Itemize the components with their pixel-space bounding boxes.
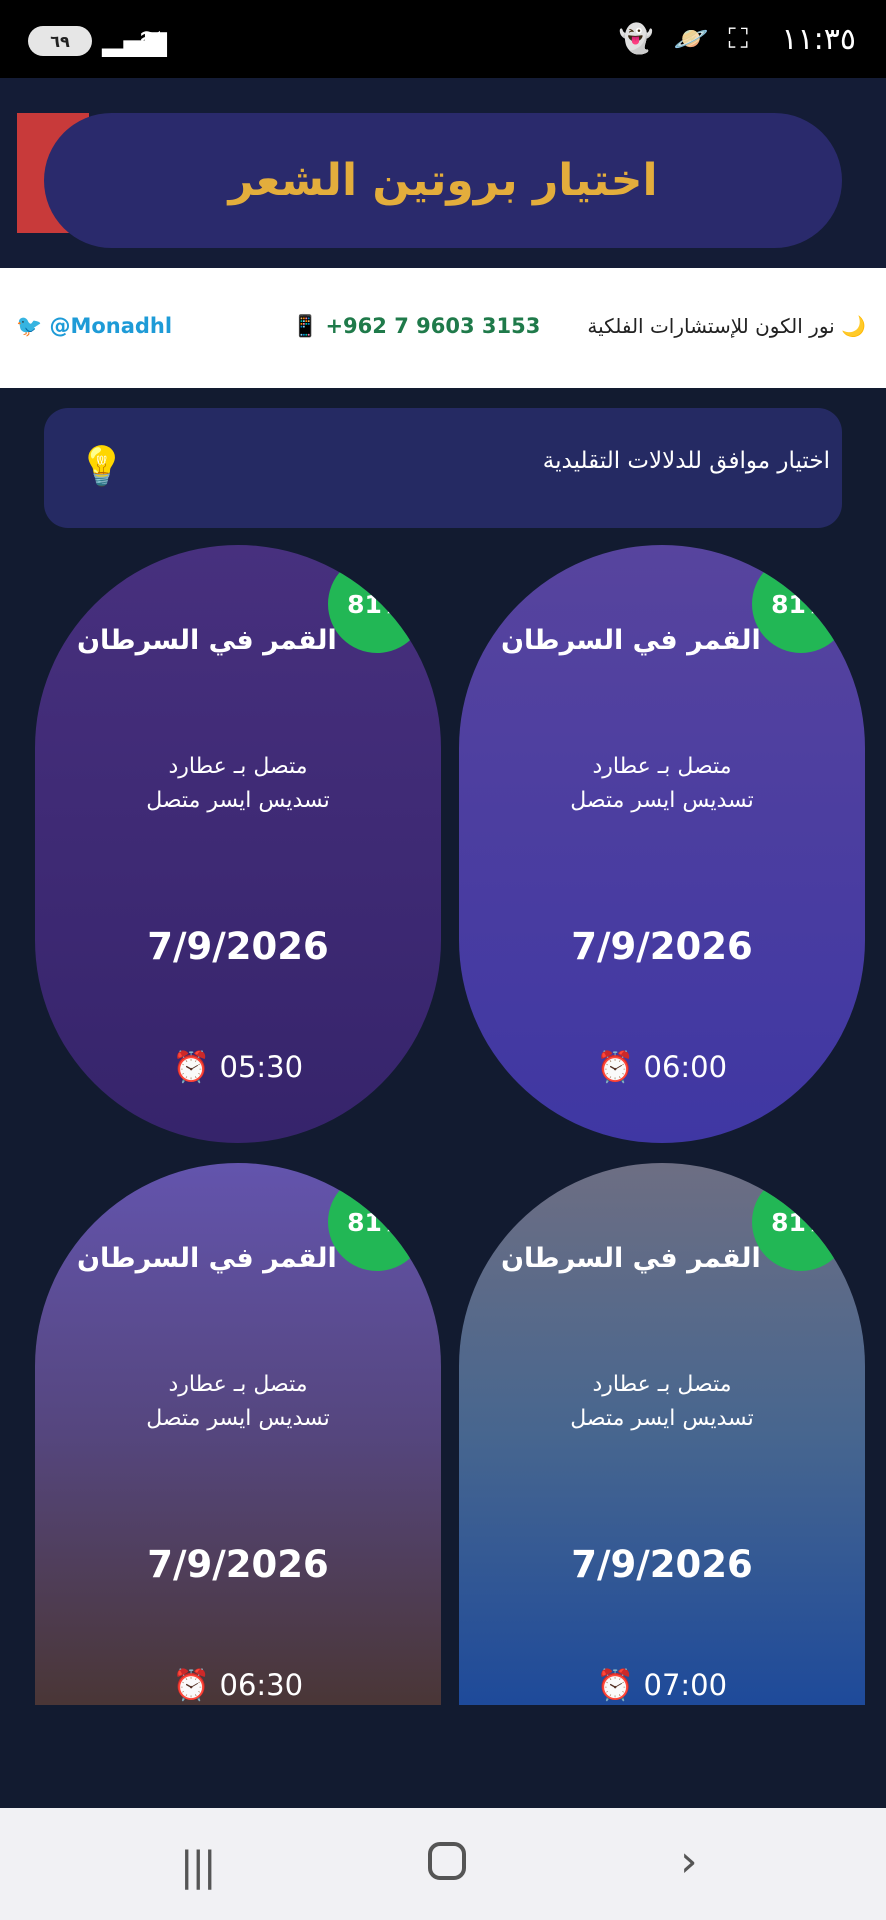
card-description: متصل بـ عطارد تسديس ايسر متصل: [35, 1368, 441, 1436]
header: اختيار بروتين الشعر: [0, 78, 886, 268]
home-button[interactable]: [428, 1842, 466, 1880]
score-badge: 81%: [328, 555, 426, 653]
aspect-type: تسديس ايسر متصل: [570, 788, 754, 813]
system-nav-bar: ||| ›: [0, 1808, 886, 1920]
wifi-icon: ≋: [138, 22, 164, 57]
alarm-clock-icon: ⏰: [596, 1050, 635, 1085]
card-description: متصل بـ عطارد تسديس ايسر متصل: [459, 1368, 865, 1436]
card-title: القمر في السرطان: [77, 625, 337, 656]
status-bar: ٦٩ ▂▄▆ ≋ 👻 🪐 ⛶ ١١:٣٥: [0, 0, 886, 78]
contact-strip: 🐦 @Monadhl 📱 +962 7 9603 3153 🌙 نور الكو…: [0, 268, 886, 388]
score-badge: 81%: [752, 555, 850, 653]
aspect-type: تسديس ايسر متصل: [570, 1406, 754, 1431]
snapchat-icon: 👻: [618, 22, 654, 55]
notification-icons: 👻 🪐 ⛶: [619, 22, 748, 56]
brand-name: 🌙 نور الكون للإستشارات الفلكية: [587, 314, 866, 338]
time-card[interactable]: 81% القمر في السرطان متصل بـ عطارد تسديس…: [35, 1163, 441, 1705]
page-title: اختيار بروتين الشعر: [228, 155, 658, 206]
card-description: متصل بـ عطارد تسديس ايسر متصل: [459, 750, 865, 818]
back-button[interactable]: ›: [680, 1836, 698, 1887]
card-time: ⏰ 07:00: [459, 1668, 865, 1703]
tip-text: اختيار موافق للدلالات التقليدية: [542, 448, 830, 474]
aspect-line: متصل بـ عطارد: [168, 1372, 308, 1397]
alarm-clock-icon: ⏰: [596, 1668, 635, 1703]
recent-apps-button[interactable]: |||: [180, 1844, 216, 1890]
time-value: 05:30: [219, 1050, 304, 1084]
card-date: 7/9/2026: [571, 925, 753, 968]
card-date: 7/9/2026: [147, 925, 329, 968]
phone-link[interactable]: 📱 +962 7 9603 3153: [292, 314, 540, 339]
twitter-link[interactable]: 🐦 @Monadhl: [16, 314, 172, 339]
clock: ١١:٣٥: [781, 22, 856, 57]
alarm-clock-icon: ⏰: [172, 1050, 211, 1085]
time-card[interactable]: 81% القمر في السرطان متصل بـ عطارد تسديس…: [35, 545, 441, 1143]
score-badge: 81%: [328, 1173, 426, 1271]
card-title: القمر في السرطان: [77, 1243, 337, 1274]
card-title: القمر في السرطان: [501, 1243, 761, 1274]
aspect-type: تسديس ايسر متصل: [146, 788, 330, 813]
lightbulb-icon: 💡: [78, 444, 126, 488]
alarm-clock-icon: ⏰: [172, 1668, 211, 1703]
card-time: ⏰ 05:30: [35, 1050, 441, 1085]
time-card[interactable]: 81% القمر في السرطان متصل بـ عطارد تسديس…: [459, 545, 865, 1143]
screenshot-icon: ⛶: [728, 22, 748, 55]
score-badge: 81%: [752, 1173, 850, 1271]
battery-level: ٦٩: [50, 31, 70, 51]
aspect-line: متصل بـ عطارد: [592, 1372, 732, 1397]
aspect-type: تسديس ايسر متصل: [146, 1406, 330, 1431]
tip-box: اختيار موافق للدلالات التقليدية 💡: [44, 408, 842, 528]
time-card[interactable]: 81% القمر في السرطان متصل بـ عطارد تسديس…: [459, 1163, 865, 1705]
time-value: 06:30: [219, 1668, 304, 1702]
time-value: 07:00: [643, 1668, 728, 1702]
card-title: القمر في السرطان: [501, 625, 761, 656]
card-time: ⏰ 06:30: [35, 1668, 441, 1703]
time-value: 06:00: [643, 1050, 728, 1084]
card-date: 7/9/2026: [147, 1543, 329, 1586]
battery-icon: ٦٩: [28, 26, 92, 56]
card-date: 7/9/2026: [571, 1543, 753, 1586]
aspect-line: متصل بـ عطارد: [592, 754, 732, 779]
aspect-line: متصل بـ عطارد: [168, 754, 308, 779]
card-time: ⏰ 06:00: [459, 1050, 865, 1085]
planet-icon: 🪐: [673, 22, 709, 55]
title-pill: اختيار بروتين الشعر: [44, 113, 842, 248]
card-description: متصل بـ عطارد تسديس ايسر متصل: [35, 750, 441, 818]
